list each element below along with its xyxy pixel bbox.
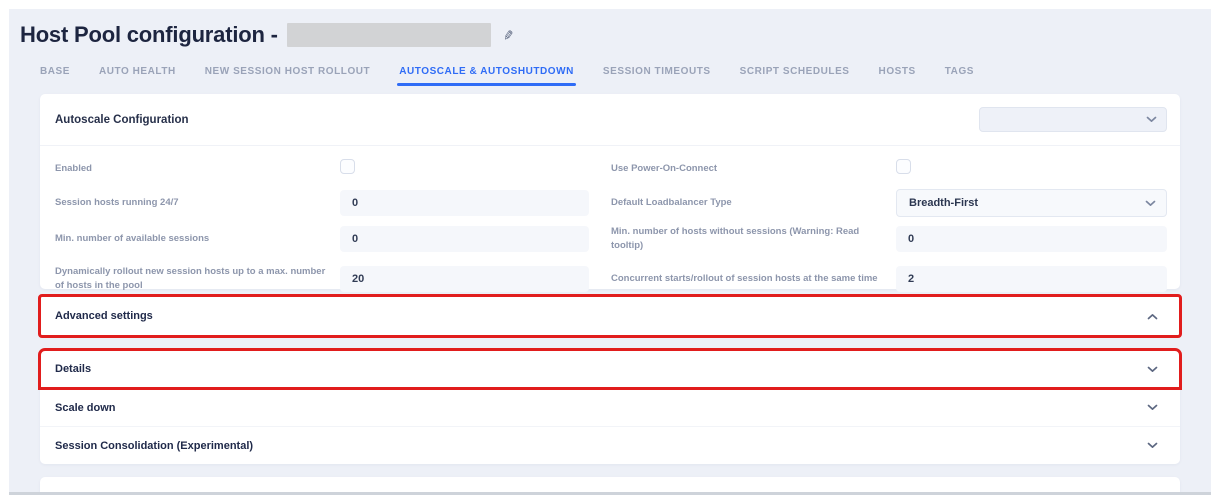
concurrent-starts-input[interactable] (896, 266, 1167, 292)
autoscale-card-header: Autoscale Configuration (40, 94, 1180, 146)
edit-pencil-icon[interactable]: ✎ (502, 28, 515, 43)
form-row: Dynamically rollout new session hosts up… (55, 257, 1167, 301)
loadbalancer-selected-value: Breadth-First (909, 197, 978, 209)
tab-script-schedules[interactable]: SCRIPT SCHEDULES (740, 66, 850, 86)
section-advanced-settings[interactable]: Advanced settings (40, 296, 1180, 336)
chevron-down-icon (1147, 442, 1158, 449)
chevron-down-icon (1147, 366, 1158, 373)
form-row: Session hosts running 24/7 Default Loadb… (55, 185, 1167, 221)
autoscale-card-title: Autoscale Configuration (55, 114, 189, 126)
tab-bar: BASE AUTO HEALTH NEW SESSION HOST ROLLOU… (40, 58, 1211, 86)
redacted-host-pool-name (287, 23, 491, 47)
max-hosts-rollout-label: Dynamically rollout new session hosts up… (55, 265, 340, 293)
session-consolidation-label: Session Consolidation (Experimental) (55, 440, 253, 452)
enabled-checkbox[interactable] (340, 159, 355, 174)
min-available-sessions-input[interactable] (340, 226, 589, 252)
tab-hosts[interactable]: HOSTS (879, 66, 916, 86)
use-power-on-connect-label: Use Power-On-Connect (611, 162, 896, 176)
max-hosts-rollout-input[interactable] (340, 266, 589, 292)
next-card-partial (40, 477, 1180, 495)
section-details[interactable]: Details (40, 350, 1180, 388)
section-scale-down[interactable]: Scale down (40, 388, 1180, 426)
autoscale-preset-select[interactable] (979, 107, 1167, 132)
page-title: Host Pool configuration - ✎ (20, 20, 1211, 50)
advanced-settings-label: Advanced settings (55, 310, 153, 322)
autoscale-configuration-card: Autoscale Configuration Enabled Use Powe… (40, 94, 1180, 289)
min-hosts-without-sessions-label: Min. number of hosts without sessions (W… (611, 225, 896, 253)
tab-auto-health[interactable]: AUTO HEALTH (99, 66, 176, 86)
enabled-label: Enabled (55, 162, 340, 176)
tab-autoscale-autoshutdown[interactable]: AUTOSCALE & AUTOSHUTDOWN (399, 66, 574, 86)
scale-down-label: Scale down (55, 402, 116, 414)
page-title-text: Host Pool configuration - (20, 22, 278, 48)
tab-session-timeouts[interactable]: SESSION TIMEOUTS (603, 66, 711, 86)
chevron-down-icon (1145, 200, 1156, 207)
min-available-sessions-label: Min. number of available sessions (55, 232, 340, 246)
default-loadbalancer-type-label: Default Loadbalancer Type (611, 196, 896, 210)
use-power-on-connect-checkbox[interactable] (896, 159, 911, 174)
min-hosts-without-sessions-input[interactable] (896, 226, 1167, 252)
form-row: Min. number of available sessions Min. n… (55, 221, 1167, 257)
details-label: Details (55, 363, 91, 375)
section-session-consolidation[interactable]: Session Consolidation (Experimental) (40, 426, 1180, 464)
form-row: Enabled Use Power-On-Connect (55, 153, 1167, 185)
tab-tags[interactable]: TAGS (945, 66, 974, 86)
chevron-down-icon (1146, 116, 1157, 123)
concurrent-starts-label: Concurrent starts/rollout of session hos… (611, 272, 896, 286)
app-window: Host Pool configuration - ✎ BASE AUTO HE… (0, 0, 1220, 500)
tab-new-session-host-rollout[interactable]: NEW SESSION HOST ROLLOUT (205, 66, 370, 86)
session-hosts-24-7-label: Session hosts running 24/7 (55, 196, 340, 210)
accordion-stack: Details Scale down Session Consolidation… (40, 350, 1180, 464)
autoscale-form: Enabled Use Power-On-Connect Session hos… (40, 146, 1180, 301)
default-loadbalancer-type-select[interactable]: Breadth-First (896, 189, 1167, 217)
session-hosts-24-7-input[interactable] (340, 190, 589, 216)
chevron-up-icon (1147, 313, 1158, 320)
tab-base[interactable]: BASE (40, 66, 70, 86)
page-background: Host Pool configuration - ✎ BASE AUTO HE… (9, 9, 1211, 495)
chevron-down-icon (1147, 404, 1158, 411)
